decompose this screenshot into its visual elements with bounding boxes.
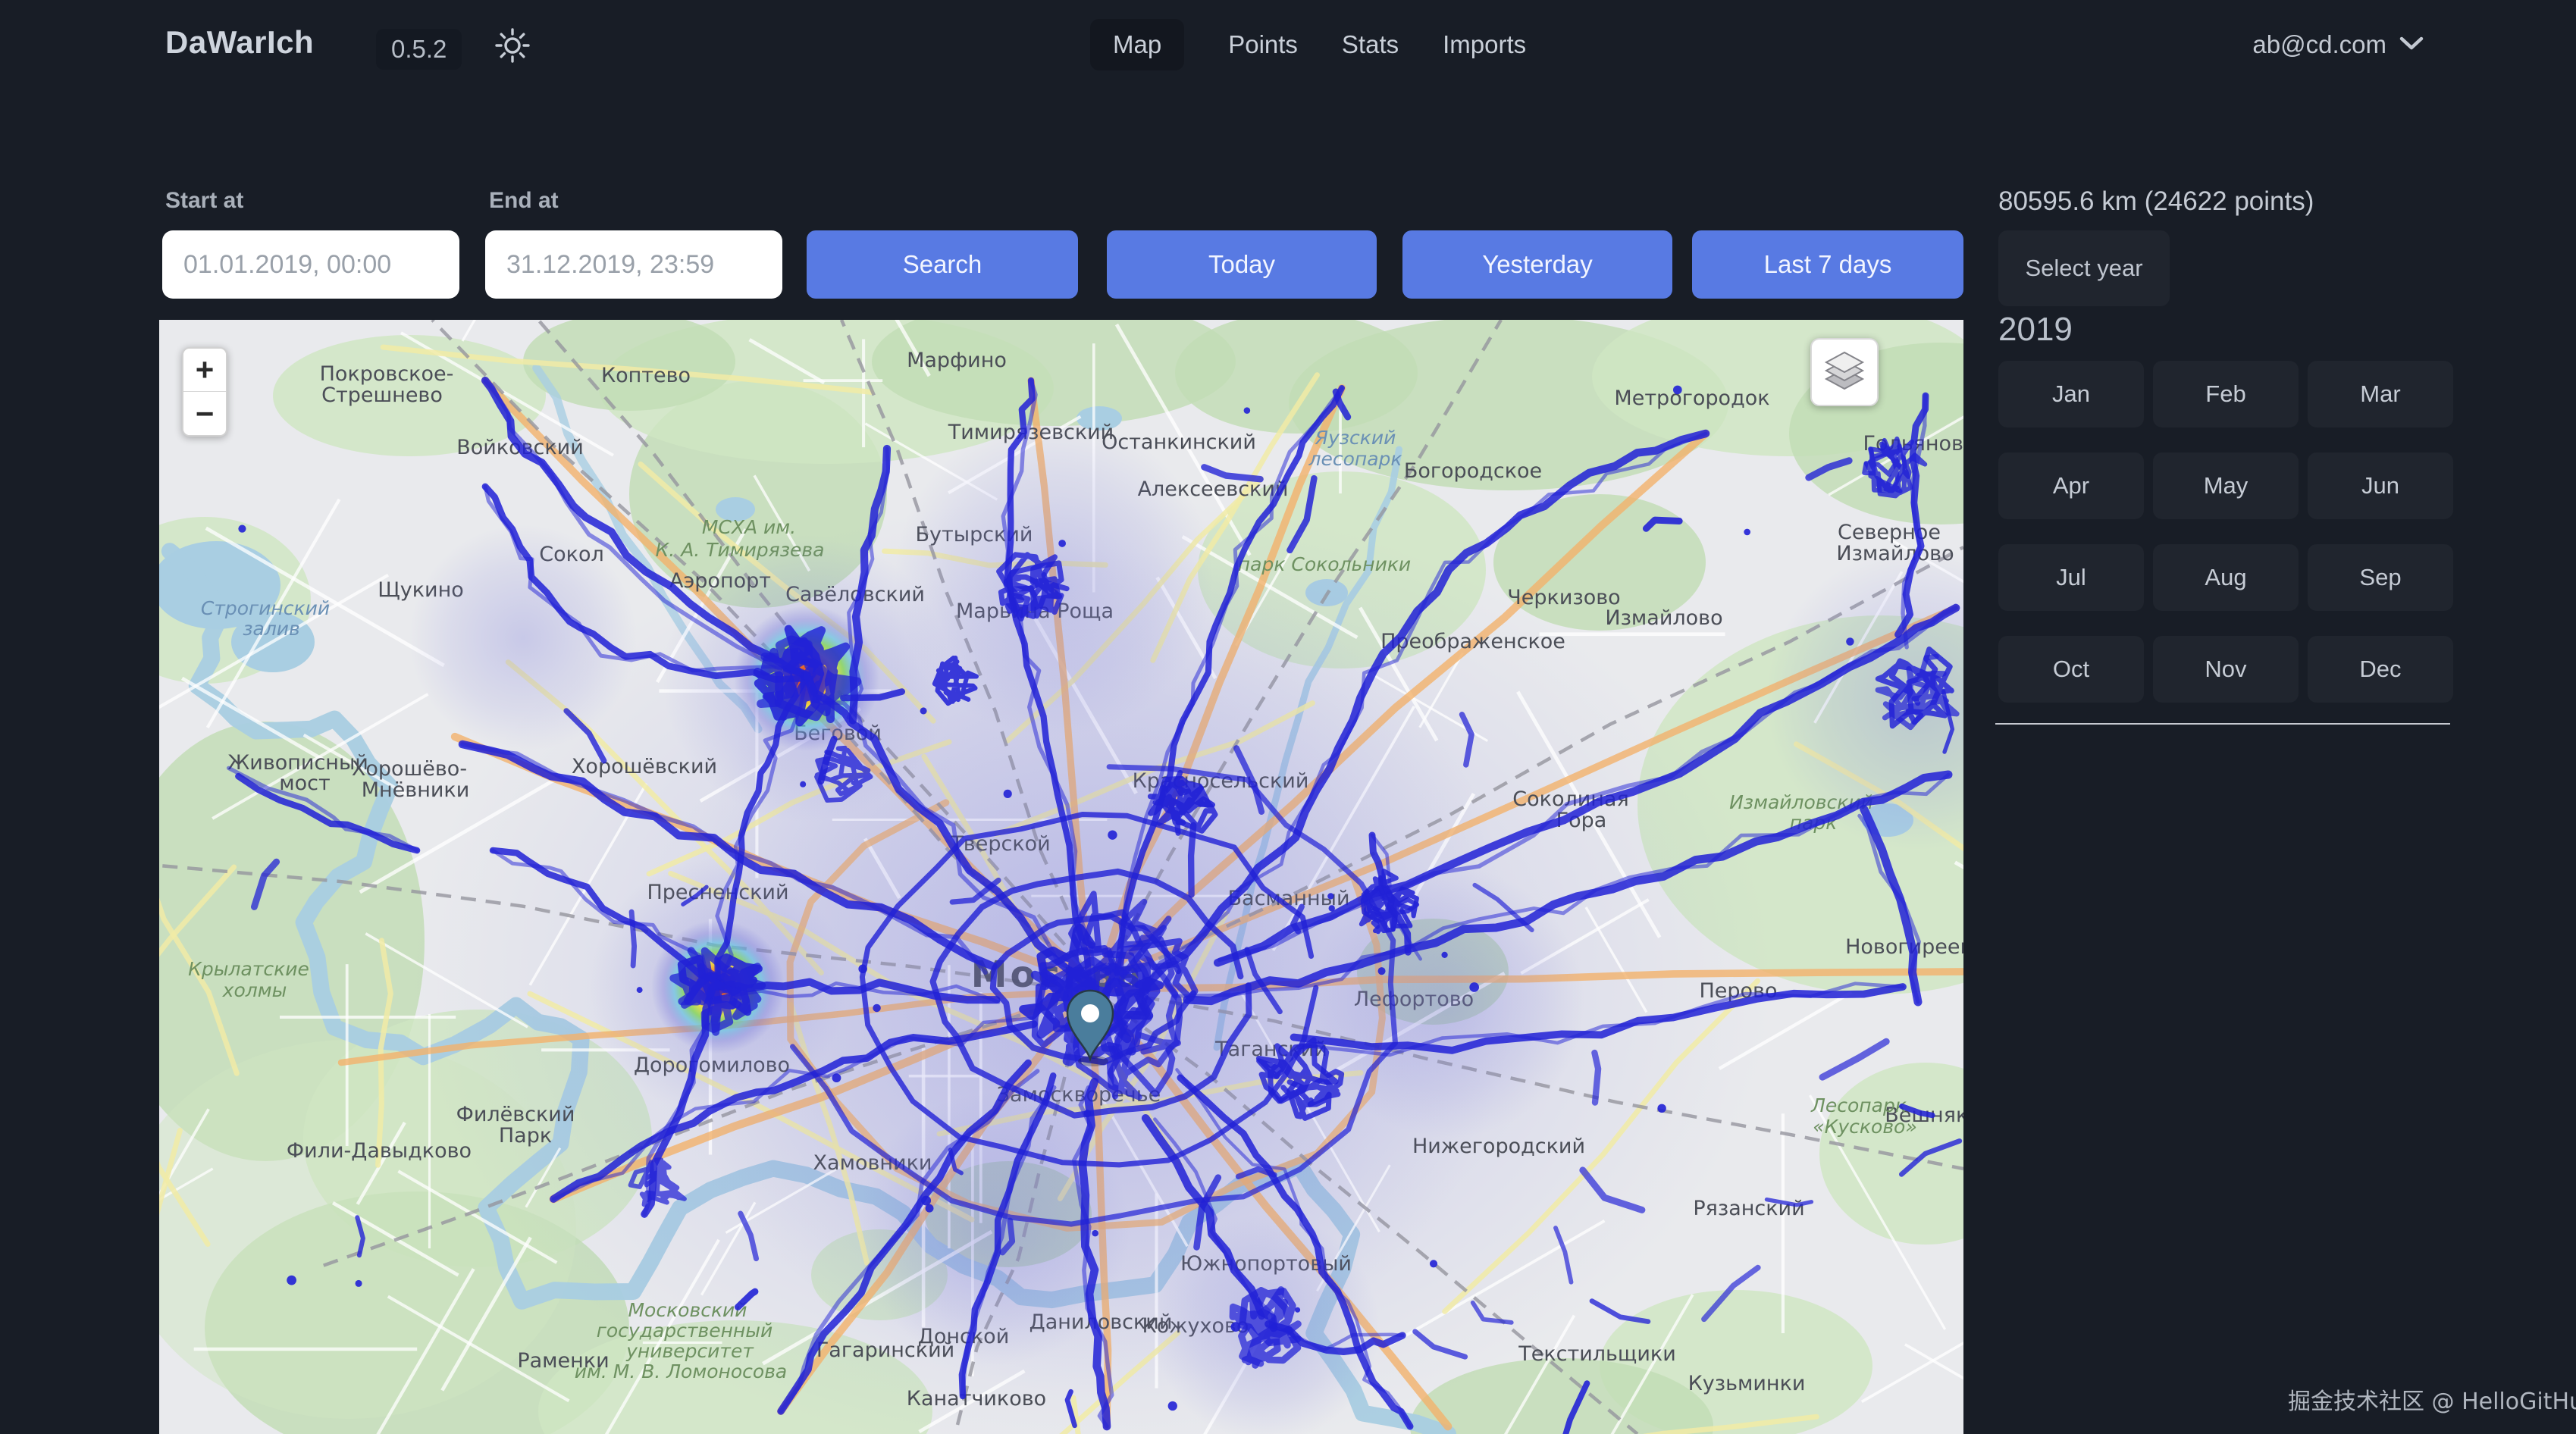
watermark: 掘金技术社区 @ HelloGitHub xyxy=(2288,1382,2576,1416)
month-button-jul[interactable]: Jul xyxy=(1998,544,2144,611)
end-at-label: End at xyxy=(489,188,559,214)
year-heading: 2019 xyxy=(1998,311,2073,349)
map-layers-control[interactable] xyxy=(1810,338,1879,406)
svg-text:«Кусково»: «Кусково» xyxy=(1813,1116,1917,1138)
today-button[interactable]: Today xyxy=(1107,230,1377,299)
month-button-oct[interactable]: Oct xyxy=(1998,636,2144,703)
main-nav: Map Points Stats Imports xyxy=(1090,18,1526,71)
sun-icon xyxy=(494,27,531,68)
svg-text:парк Сокольники: парк Сокольники xyxy=(1238,553,1411,575)
start-at-input[interactable] xyxy=(162,230,459,299)
svg-text:залив: залив xyxy=(243,618,300,640)
end-at-input[interactable] xyxy=(485,230,782,299)
svg-text:университет: университет xyxy=(625,1340,754,1362)
yesterday-button[interactable]: Yesterday xyxy=(1402,230,1672,299)
select-year-button[interactable]: Select year xyxy=(1998,230,2170,306)
svg-text:государственный: государственный xyxy=(597,1320,773,1342)
svg-text:Строгинский: Строгинский xyxy=(201,597,330,619)
svg-text:Черкизово: Черкизово xyxy=(1507,586,1620,609)
svg-text:Богородское: Богородское xyxy=(1404,459,1542,483)
svg-text:Стрешнево: Стрешнево xyxy=(321,384,443,407)
month-button-feb[interactable]: Feb xyxy=(2153,361,2299,427)
month-button-jan[interactable]: Jan xyxy=(1998,361,2144,427)
chevron-down-icon xyxy=(2399,34,2424,56)
search-button[interactable]: Search xyxy=(807,230,1078,299)
month-button-mar[interactable]: Mar xyxy=(2308,361,2453,427)
map-container[interactable]: Покровское-СтрешневоКоптевоМарфиноТимиря… xyxy=(159,320,1963,1434)
month-button-dec[interactable]: Dec xyxy=(2308,636,2453,703)
svg-text:Северное: Северное xyxy=(1838,521,1941,544)
tab-points[interactable]: Points xyxy=(1228,30,1298,59)
svg-text:мост: мост xyxy=(279,772,330,795)
svg-text:Парк: Парк xyxy=(499,1124,552,1148)
svg-text:Кузьминки: Кузьминки xyxy=(1688,1372,1806,1395)
month-button-nov[interactable]: Nov xyxy=(2153,636,2299,703)
month-button-may[interactable]: May xyxy=(2153,452,2299,519)
svg-text:Преображенское: Преображенское xyxy=(1380,630,1565,653)
month-button-aug[interactable]: Aug xyxy=(2153,544,2299,611)
svg-text:Измайлово: Измайлово xyxy=(1605,606,1722,630)
months-grid: JanFebMar AprMayJun JulAugSep OctNovDec xyxy=(1998,361,2453,703)
month-button-sep[interactable]: Sep xyxy=(2308,544,2453,611)
map-canvas[interactable]: Покровское-СтрешневоКоптевоМарфиноТимиря… xyxy=(159,320,1963,1434)
zoom-out-button[interactable]: − xyxy=(183,392,226,435)
svg-text:Рязанский: Рязанский xyxy=(1693,1197,1804,1220)
svg-text:Новогиреево: Новогиреево xyxy=(1845,935,1963,959)
last-7-days-button[interactable]: Last 7 days xyxy=(1692,230,1963,299)
distance-points-stats: 80595.6 km (24622 points) xyxy=(1998,186,2314,217)
app-logo: DaWarIch xyxy=(165,24,314,61)
zoom-in-button[interactable]: + xyxy=(183,349,226,392)
map-zoom-control: + − xyxy=(182,347,227,437)
sidebar-divider xyxy=(1995,723,2450,725)
svg-text:Коптево: Коптево xyxy=(601,364,691,387)
layers-icon xyxy=(1823,349,1866,396)
svg-text:Хорошёво-: Хорошёво- xyxy=(352,757,467,781)
tab-imports[interactable]: Imports xyxy=(1443,30,1526,59)
svg-text:холмы: холмы xyxy=(222,979,287,1001)
month-button-jun[interactable]: Jun xyxy=(2308,452,2453,519)
svg-text:Фили-Давыдково: Фили-Давыдково xyxy=(287,1139,472,1163)
svg-text:Крылатские: Крылатские xyxy=(188,958,309,980)
svg-text:им. М. В. Ломоносова: им. М. В. Ломоносова xyxy=(575,1360,788,1382)
svg-text:Лесопарк: Лесопарк xyxy=(1810,1094,1907,1116)
svg-text:Мнёвники: Мнёвники xyxy=(362,778,470,802)
account-email: ab@cd.com xyxy=(2252,30,2386,59)
svg-text:Московский: Московский xyxy=(628,1299,747,1321)
theme-toggle-button[interactable] xyxy=(491,26,534,68)
month-button-apr[interactable]: Apr xyxy=(1998,452,2144,519)
svg-text:Покровское-: Покровское- xyxy=(320,362,454,386)
svg-text:Марфино: Марфино xyxy=(907,349,1007,372)
tab-map[interactable]: Map xyxy=(1090,19,1184,70)
svg-text:Метрогородок: Метрогородок xyxy=(1614,387,1769,410)
svg-text:МСХА им.: МСХА им. xyxy=(702,516,796,538)
account-menu[interactable]: ab@cd.com xyxy=(2252,30,2424,59)
svg-text:лесопарк: лесопарк xyxy=(1308,448,1402,470)
version-badge: 0.5.2 xyxy=(376,29,462,70)
svg-text:Филёвский: Филёвский xyxy=(456,1103,575,1126)
start-at-label: Start at xyxy=(165,188,243,214)
svg-text:Текстильщики: Текстильщики xyxy=(1518,1342,1676,1366)
tab-stats[interactable]: Stats xyxy=(1342,30,1399,59)
svg-text:Яузский: Яузский xyxy=(1315,427,1396,449)
